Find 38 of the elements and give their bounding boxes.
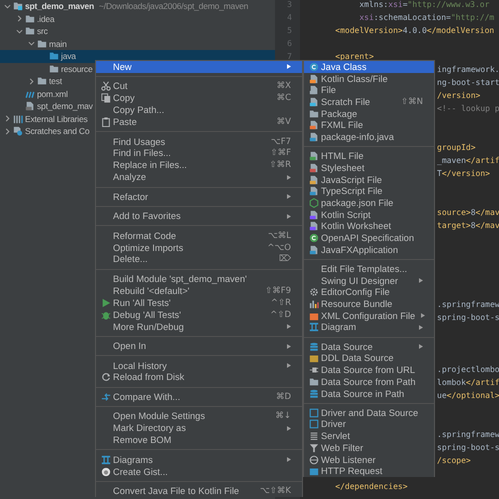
- code-line: T</version>: [437, 168, 490, 180]
- shortcut-text: ⌥⇧⌘K: [260, 486, 291, 496]
- path-hint: ~/Downloads/java2006/spt_demo_maven: [99, 1, 248, 12]
- shortcut-text: ⌥⌘L: [268, 230, 291, 241]
- code-line: <parent>: [334, 50, 374, 63]
- code-line: ng-boot-start: [437, 76, 499, 89]
- code-line: _maven</artif: [437, 155, 499, 168]
- shortcut-text: ⌥F7: [270, 136, 291, 147]
- shortcut-text: ⇧⌘R: [269, 160, 291, 170]
- shortcut-text: ⌦: [278, 254, 291, 264]
- code-line: ue</optional>: [437, 390, 499, 402]
- code-line: xmlns:xsi="http://www.w3.or: [358, 0, 490, 11]
- code-line: </dependencies>: [334, 481, 408, 494]
- code-line: ingframework.: [437, 64, 499, 76]
- shortcut-text: ^⇧R: [270, 298, 291, 308]
- code-line: lombok</artif: [437, 376, 499, 389]
- code-line: spring-boot-s: [437, 312, 499, 324]
- code-line: target>8</mav: [437, 220, 499, 232]
- shortcut-text: ⇧⌘N: [401, 96, 423, 107]
- code-line: /version>: [437, 90, 480, 102]
- shortcut-text: ⌘X: [276, 81, 291, 92]
- shortcut-text: ^⇧D: [270, 310, 291, 320]
- code-line: <modelVersion>4.0.0</modelVersion: [334, 24, 494, 37]
- code-line: source>8</mav: [437, 207, 499, 220]
- code-line: <!-- lookup p: [437, 102, 499, 115]
- shortcut-text: ⌘C: [276, 93, 291, 104]
- code-line: spring-boot-s: [437, 442, 499, 454]
- code-line: .projectlombo: [437, 364, 499, 376]
- shortcut-text: ⇧⌘F9: [265, 286, 291, 296]
- shortcut-text: ^⌥O: [267, 242, 291, 253]
- shortcut-text: ⌘D: [276, 392, 291, 402]
- project-name: spt_demo_maven: [25, 1, 94, 12]
- code-line: groupId>: [437, 142, 476, 154]
- shortcut-text: ⇧⌘F: [270, 148, 291, 158]
- code-line: xsi:schemaLocation="http://m: [358, 12, 494, 24]
- code-line: /scope>: [437, 455, 471, 468]
- shortcut-text: ⌘V: [276, 117, 291, 128]
- shortcut-text: ⌘↓: [275, 411, 291, 422]
